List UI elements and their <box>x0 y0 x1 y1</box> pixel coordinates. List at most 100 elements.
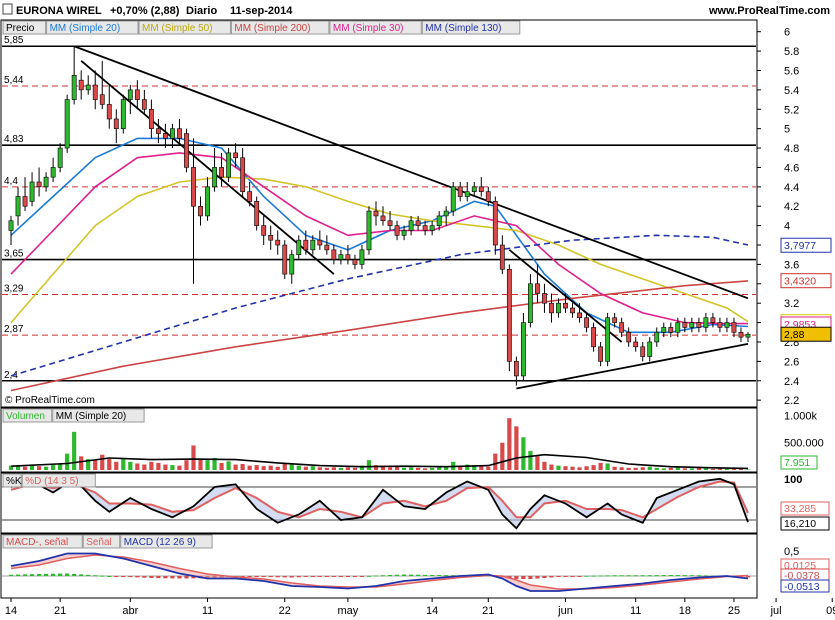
volume-bar-20 <box>149 461 154 470</box>
volume-bar-18 <box>135 463 140 470</box>
candle-body-75 <box>535 283 540 294</box>
volume-bar-85 <box>605 463 610 470</box>
volume-bar-79 <box>563 466 568 470</box>
candle-body-53 <box>380 215 386 222</box>
candle-body-72 <box>513 361 519 377</box>
candle-body-22 <box>163 133 168 139</box>
candle-body-91 <box>647 341 653 357</box>
volume-bar-102 <box>724 468 730 470</box>
volume-bar-25 <box>184 460 189 470</box>
candle-body-26 <box>191 167 196 207</box>
macd-hist-bar-95 <box>577 576 582 577</box>
candle-body-44 <box>317 239 323 246</box>
macd-hist-bar-27 <box>100 575 105 577</box>
macd-hist-bar-71 <box>408 574 414 576</box>
volume-last-label: 7.951 <box>784 457 810 469</box>
macd-hist-bar-52 <box>275 576 280 578</box>
candle-body-7 <box>57 147 63 168</box>
macd-value-label: -0,0513 <box>784 581 820 593</box>
candle-body-13 <box>99 94 105 105</box>
volume-bar-94 <box>668 467 673 470</box>
candle-body-73 <box>520 322 526 377</box>
volume-bar-5 <box>43 466 49 470</box>
legend-price-item-3: MM (Simple 200) <box>234 23 310 34</box>
candle-body-20 <box>148 108 154 129</box>
volume-bar-48 <box>345 467 351 470</box>
candle-body-36 <box>261 225 267 236</box>
candle-body-81 <box>577 312 582 319</box>
volume-bar-41 <box>296 465 301 470</box>
candle-body-90 <box>640 346 646 357</box>
volume-bar-82 <box>584 466 589 470</box>
volume-bar-74 <box>528 450 533 470</box>
price-tick-label-14: 3.2 <box>784 298 799 310</box>
candle-body-0 <box>8 220 14 231</box>
macd-hist-bar-18 <box>36 574 42 576</box>
macd-hist-bar-73 <box>423 574 428 576</box>
volume-bar-67 <box>479 466 484 470</box>
volume-bar-87 <box>619 467 624 470</box>
macd-hist-bar-21 <box>58 573 63 576</box>
candle-body-49 <box>352 259 358 265</box>
macd-hist-bar-112 <box>696 575 701 577</box>
candle-body-48 <box>345 254 351 260</box>
candle-body-10 <box>78 79 84 91</box>
candle-body-70 <box>499 244 505 270</box>
macd-hist-bar-90 <box>542 576 547 578</box>
candle-body-47 <box>338 254 344 260</box>
macd-legend: MACD-, señal Señal MACD (12 26 9) <box>2 534 213 549</box>
macd-hist-bar-70 <box>401 574 407 576</box>
price-box-label-1: 3,4320 <box>784 276 816 288</box>
level-label-1: 5,44 <box>4 75 24 86</box>
price-change: +0,70% (2,88) <box>110 5 180 17</box>
candle-body-83 <box>591 327 596 348</box>
candle-body-37 <box>268 235 274 241</box>
volume-bar-6 <box>51 465 56 470</box>
site-url[interactable]: www.ProRealTime.com <box>708 5 830 17</box>
volume-bar-32 <box>233 464 238 470</box>
candle-body-28 <box>205 186 210 217</box>
price-tick-label-19: 2.2 <box>784 395 799 407</box>
candle-body-92 <box>654 331 660 343</box>
candle-body-103 <box>731 322 737 333</box>
macd-hist-bar-97 <box>591 575 596 577</box>
candle-body-61 <box>436 215 442 226</box>
price-tick-label-12: 3.6 <box>784 259 799 271</box>
candle-body-23 <box>170 128 175 139</box>
candle-body-29 <box>212 167 217 188</box>
macd-hist-bar-99 <box>605 575 610 577</box>
volume-bar-83 <box>591 465 596 470</box>
volume-bar-28 <box>205 460 210 470</box>
x-tick-label-5: may <box>338 605 359 617</box>
macd-hist-bar-29 <box>114 576 119 577</box>
x-axis: 1421abr1122may1421jun111825jul091623ago1… <box>5 598 835 617</box>
level-label-6: 2,87 <box>4 324 24 335</box>
volume-bar-37 <box>268 465 273 470</box>
macd-hist-bar-75 <box>437 575 442 577</box>
macd-hist-bar-92 <box>556 576 561 577</box>
volume-bar-34 <box>247 465 252 470</box>
macd-hist-bar-65 <box>366 575 372 577</box>
macd-hist-bar-22 <box>65 573 70 576</box>
candle-body-100 <box>710 317 716 323</box>
macd-hist-bar-17 <box>29 574 35 576</box>
macd-hist-bar-91 <box>549 576 554 578</box>
candle-body-63 <box>450 186 456 212</box>
macd-hist-bar-49 <box>254 576 259 577</box>
candle-body-77 <box>549 302 554 314</box>
candle-body-15 <box>113 118 119 129</box>
volume-bar-86 <box>612 466 617 470</box>
macd-hist-bar-32 <box>135 576 140 578</box>
macd-hist-bar-63 <box>352 576 358 577</box>
price-tick-label-6: 4.8 <box>784 143 799 155</box>
macd-hist-bar-23 <box>72 573 77 576</box>
volume-bar-99 <box>703 468 708 470</box>
candle-body-67 <box>478 186 484 192</box>
macd-hist-bar-109 <box>675 575 680 577</box>
copyright: © ProRealTime.com <box>5 395 95 406</box>
macd-hist-bar-67 <box>380 575 386 577</box>
candle-body-66 <box>471 186 477 192</box>
stoch-d-label: 33,285 <box>784 503 816 515</box>
candle-body-80 <box>570 307 575 314</box>
volume-bar-60 <box>430 467 435 470</box>
